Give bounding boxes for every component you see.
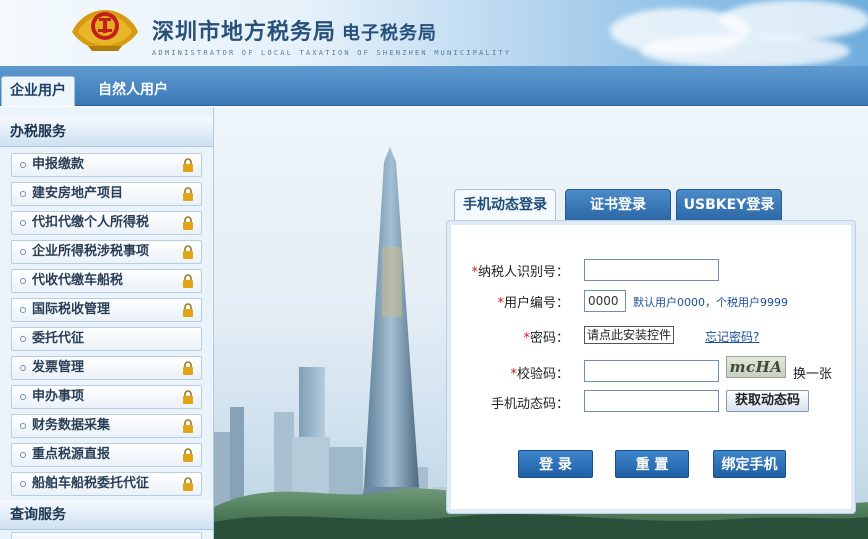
taxpayer-id-label-text: 纳税人识别号： <box>477 265 569 280</box>
bind-phone-button[interactable]: 绑定手机 <box>713 450 786 478</box>
captcha-image[interactable]: mcHA <box>726 356 786 378</box>
site-subtitle-label: 电子税务局 <box>342 23 438 44</box>
sidebar-item[interactable]: 申报缴款 <box>11 153 202 177</box>
lock-icon <box>183 274 193 288</box>
get-sms-code-button[interactable]: 获取动态码 <box>726 390 810 412</box>
site-title: 深圳市地方税务局 电子税务局 <box>152 14 437 46</box>
sms-code-input[interactable] <box>584 390 719 412</box>
sidebar-item-label: 财务数据采集 <box>32 418 111 433</box>
tab-mobile-login[interactable]: 手机动态登录 <box>454 189 556 221</box>
sidebar-section-query-services[interactable]: 查询服务 <box>0 500 213 530</box>
user-no-input[interactable] <box>584 290 626 312</box>
emblem-icon <box>72 10 138 51</box>
sidebar-item[interactable]: 建安房地产项目 <box>11 182 202 206</box>
sidebar-item-label: 重点税源直报 <box>32 447 111 462</box>
bullet-icon <box>20 336 26 342</box>
sidebar-item[interactable]: 船舶车船税委托代征 <box>11 472 202 496</box>
password-label-text: 密码： <box>529 331 569 346</box>
lock-icon <box>183 390 193 404</box>
login-panel: *纳税人识别号： *用户编号： 默认用户0000，个税用户9999 *密码： 请… <box>446 220 856 514</box>
user-type-tabbar: 企业用户 自然人用户 <box>0 66 868 106</box>
captcha-input[interactable] <box>584 360 719 382</box>
sidebar-item-label: 代扣代缴个人所得税 <box>32 215 150 230</box>
bullet-icon <box>20 278 26 284</box>
sidebar: 办税服务 申报缴款建安房地产项目代扣代缴个人所得税 企业所得税涉税事项 代收代缴车船… <box>0 107 213 539</box>
user-no-label: *用户编号： <box>451 292 569 311</box>
captcha-label: *校验码： <box>451 363 569 382</box>
bullet-icon <box>20 162 26 168</box>
bullet-icon <box>20 394 26 400</box>
sms-code-label: 手机动态码： <box>490 397 569 412</box>
captcha-label-text: 校验码： <box>516 367 569 382</box>
sidebar-item-label: 发票管理 <box>32 360 85 375</box>
lock-icon <box>183 361 193 375</box>
main-area: 手机动态登录 证书登录 USBKEY登录 *纳税人识别号： *用户编号： 默认用… <box>213 107 868 539</box>
sidebar-item-label: 船舶车船税委托代征 <box>32 476 150 491</box>
lock-icon <box>183 216 193 230</box>
bullet-icon <box>20 423 26 429</box>
sidebar-item-label: 代收代缴车船税 <box>32 273 124 288</box>
tab-certificate-login[interactable]: 证书登录 <box>565 189 671 221</box>
sidebar-item-label: 委托代征 <box>32 331 85 346</box>
taxpayer-id-label: *纳税人识别号： <box>451 261 569 280</box>
sidebar-item-label: 企业所得税涉税事项 <box>32 244 150 259</box>
tab-usbkey-login[interactable]: USBKEY登录 <box>676 189 782 221</box>
sidebar-item[interactable]: 委托代征 <box>11 327 202 351</box>
sidebar-item[interactable]: 财务数据采集 <box>11 414 202 438</box>
bullet-icon <box>20 249 26 255</box>
login-button[interactable]: 登 录 <box>518 450 593 478</box>
sidebar-item-label: 申办事项 <box>32 389 85 404</box>
user-no-label-text: 用户编号： <box>503 296 569 311</box>
sidebar-item[interactable]: 国际税收管理 <box>11 298 202 322</box>
sidebar-item[interactable]: 申办事项 <box>11 385 202 409</box>
taxpayer-id-input[interactable] <box>584 259 719 281</box>
sidebar-item[interactable]: 发票管理 <box>11 356 202 380</box>
sidebar-section-tax-services[interactable]: 办税服务 <box>0 117 213 147</box>
sidebar-item[interactable]: 重点税源直报 <box>11 443 202 467</box>
sidebar-item[interactable]: 企业所得税涉税事项 <box>11 240 202 264</box>
bullet-icon <box>20 220 26 226</box>
user-no-hint: 默认用户0000，个税用户9999 <box>633 296 788 309</box>
bullet-icon <box>20 481 26 487</box>
sidebar-item-label: 申报缴款 <box>32 157 85 172</box>
lock-icon <box>183 419 193 433</box>
lock-icon <box>183 477 193 491</box>
sidebar-item[interactable]: 代扣代缴个人所得税 <box>11 211 202 235</box>
sidebar-item[interactable]: 代收代缴车船税 <box>11 269 202 293</box>
forgot-password-link[interactable]: 忘记密码? <box>705 328 759 345</box>
header-banner: 深圳市地方税务局 电子税务局 ADMINISTRATOR OF LOCAL TAX… <box>0 0 868 66</box>
bullet-icon <box>20 191 26 197</box>
captcha-refresh-link[interactable]: 换一张 <box>793 363 832 382</box>
sidebar-item-label: 国际税收管理 <box>32 302 111 317</box>
lock-icon <box>183 303 193 317</box>
lock-icon <box>183 187 193 201</box>
tab-enterprise-user[interactable]: 企业用户 <box>1 76 75 106</box>
password-label: *密码： <box>451 327 569 346</box>
reset-button[interactable]: 重 置 <box>615 450 689 478</box>
lock-icon <box>183 158 193 172</box>
sidebar-item-label: 建安房地产项目 <box>32 186 124 201</box>
bullet-icon <box>20 452 26 458</box>
bullet-icon <box>20 307 26 313</box>
sidebar-item-partial <box>11 532 202 539</box>
bullet-icon <box>20 365 26 371</box>
lock-icon <box>183 245 193 259</box>
cloud-decoration <box>640 34 850 66</box>
password-control-install[interactable]: 请点此安装控件 <box>584 326 675 344</box>
site-title-text: 深圳市地方税务局 <box>152 20 337 45</box>
site-english-line: ADMINISTRATOR OF LOCAL TAXATION OF SHENZ… <box>152 49 512 57</box>
tab-individual-user[interactable]: 自然人用户 <box>90 76 176 106</box>
lock-icon <box>183 448 193 462</box>
